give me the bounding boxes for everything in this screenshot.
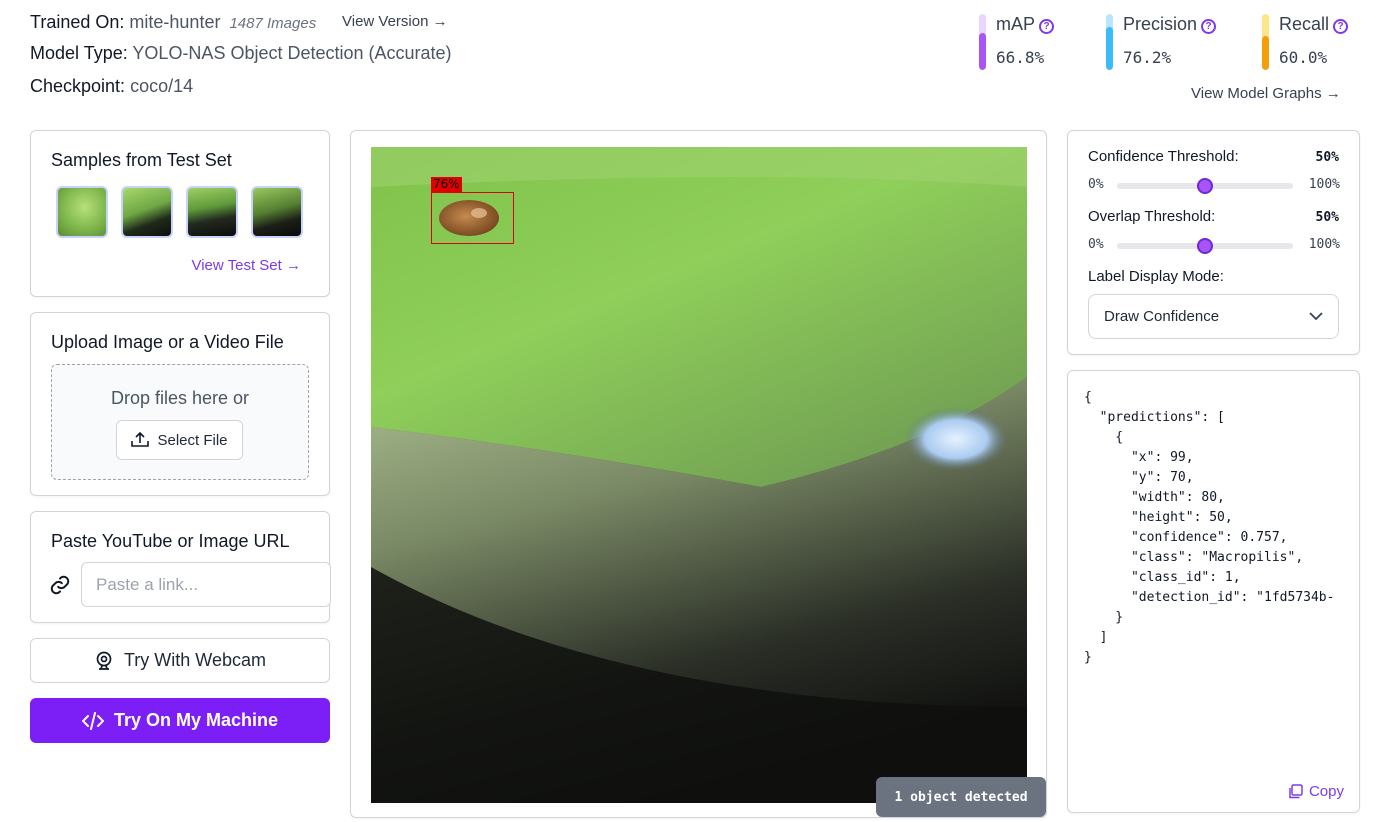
file-dropzone[interactable]: Drop files here or Select File — [51, 364, 309, 480]
sample-thumbnail[interactable] — [186, 186, 238, 238]
confidence-threshold-value: 50% — [1315, 150, 1339, 165]
view-test-set-label: View Test Set — [191, 257, 282, 274]
json-output: { "predictions": [ { "x": 99, "y": 70, "… — [1084, 390, 1335, 665]
view-version-link[interactable]: View Version → — [342, 13, 448, 30]
overlap-min-label: 0% — [1088, 237, 1104, 252]
help-icon[interactable]: ? — [1039, 19, 1055, 34]
overlap-max-label: 100% — [1308, 237, 1340, 252]
confidence-max-label: 100% — [1308, 177, 1340, 192]
try-webcam-button[interactable]: Try With Webcam — [30, 638, 330, 683]
controls-card: Confidence Threshold: 50% 0% 100% Overla… — [1067, 130, 1360, 355]
metric-recall-fill — [1262, 36, 1269, 70]
trained-on-label: Trained On: — [30, 12, 125, 32]
upload-card: Upload Image or a Video File Drop files … — [30, 312, 330, 496]
image-count: 1487 Images — [229, 15, 317, 32]
metric-recall-name: Recall — [1279, 14, 1330, 34]
view-model-graphs-label: View Model Graphs — [1191, 85, 1322, 102]
json-output-card: { "predictions": [ { "x": 99, "y": 70, "… — [1067, 370, 1360, 813]
objects-detected-badge: 1 object detected — [876, 777, 1046, 817]
model-type-row: Model Type: YOLO-NAS Object Detection (A… — [30, 43, 452, 64]
detection-bounding-box — [431, 192, 514, 244]
detection-confidence-label: 76% — [431, 177, 462, 192]
arrow-right-icon: → — [286, 257, 301, 274]
metric-map-fill — [979, 32, 986, 70]
metric-map-value: 66.8% — [996, 48, 1045, 67]
webcam-icon — [96, 651, 112, 670]
metric-map-name: mAP — [996, 14, 1036, 34]
confidence-threshold-slider-row: 0% 100% — [1088, 175, 1340, 195]
dropzone-text: Drop files here or — [110, 388, 250, 408]
copy-button[interactable]: Copy — [1288, 783, 1344, 800]
sample-thumbnail[interactable] — [121, 186, 173, 238]
label-display-mode-value: Draw Confidence — [1104, 308, 1220, 325]
help-icon[interactable]: ? — [1201, 19, 1217, 34]
metric-precision-name: Precision — [1123, 14, 1198, 34]
help-icon[interactable]: ? — [1333, 19, 1349, 34]
metric-map: mAP? 66.8% — [979, 14, 1079, 72]
select-file-button[interactable]: Select File — [116, 420, 243, 460]
view-test-set-link[interactable]: View Test Set → — [191, 257, 301, 274]
try-on-my-machine-label: Try On My Machine — [113, 710, 279, 730]
metric-precision: Precision? 76.2% — [1106, 14, 1236, 72]
model-type-value: YOLO-NAS Object Detection (Accurate) — [132, 43, 452, 63]
overlap-threshold-slider[interactable] — [1117, 238, 1293, 254]
leaf-photo — [371, 147, 1027, 803]
link-icon — [50, 575, 70, 595]
dataset-name: mite-hunter — [129, 12, 221, 32]
confidence-threshold-label: Confidence Threshold: — [1088, 148, 1239, 165]
overlap-slider-handle[interactable] — [1197, 238, 1213, 254]
overlap-threshold-value: 50% — [1315, 210, 1339, 225]
checkpoint-row: Checkpoint: coco/14 — [30, 76, 193, 97]
sample-thumbnail[interactable] — [56, 186, 108, 238]
checkpoint-label: Checkpoint: — [30, 76, 126, 96]
url-input[interactable] — [81, 562, 331, 607]
confidence-slider-handle[interactable] — [1197, 178, 1213, 194]
paste-url-card: Paste YouTube or Image URL — [30, 511, 331, 623]
metric-recall-bar — [1262, 14, 1269, 70]
metric-map-bar — [979, 14, 986, 70]
code-icon — [81, 711, 104, 730]
upload-icon — [131, 432, 150, 447]
label-display-mode-select[interactable]: Draw Confidence — [1088, 294, 1339, 339]
try-webcam-label: Try With Webcam — [123, 650, 266, 670]
samples-title: Samples from Test Set — [51, 150, 232, 170]
arrow-right-icon: → — [1325, 85, 1341, 102]
confidence-min-label: 0% — [1088, 177, 1104, 192]
arrow-right-icon: → — [432, 13, 448, 30]
copy-icon — [1289, 784, 1303, 799]
copy-label: Copy — [1308, 783, 1344, 800]
metric-recall: Recall? 60.0% — [1262, 14, 1362, 72]
inference-image: 76% — [371, 147, 1027, 803]
select-file-label: Select File — [157, 431, 228, 449]
view-version-label: View Version — [342, 13, 429, 30]
inference-image-card: 76% — [350, 130, 1047, 818]
overlap-threshold-slider-row: 0% 100% — [1088, 235, 1340, 255]
metric-recall-value: 60.0% — [1279, 48, 1328, 67]
trained-on-row: Trained On: mite-hunter 1487 Images — [30, 12, 316, 33]
checkpoint-value: coco/14 — [130, 76, 194, 96]
view-model-graphs-link[interactable]: View Model Graphs → — [1191, 85, 1341, 102]
overlap-threshold-label: Overlap Threshold: — [1088, 208, 1216, 225]
confidence-threshold-slider[interactable] — [1117, 178, 1293, 194]
sample-thumbnail[interactable] — [251, 186, 303, 238]
samples-card: Samples from Test Set View Test Set → — [30, 130, 330, 297]
metric-precision-value: 76.2% — [1123, 48, 1172, 67]
model-type-label: Model Type: — [30, 43, 128, 63]
try-on-my-machine-button[interactable]: Try On My Machine — [30, 698, 330, 743]
label-display-mode-label: Label Display Mode: — [1088, 268, 1224, 285]
upload-title: Upload Image or a Video File — [51, 332, 284, 352]
paste-url-title: Paste YouTube or Image URL — [51, 531, 290, 551]
metric-precision-bar — [1106, 14, 1113, 70]
metric-precision-fill — [1106, 27, 1113, 70]
chevron-down-icon — [1309, 312, 1323, 321]
